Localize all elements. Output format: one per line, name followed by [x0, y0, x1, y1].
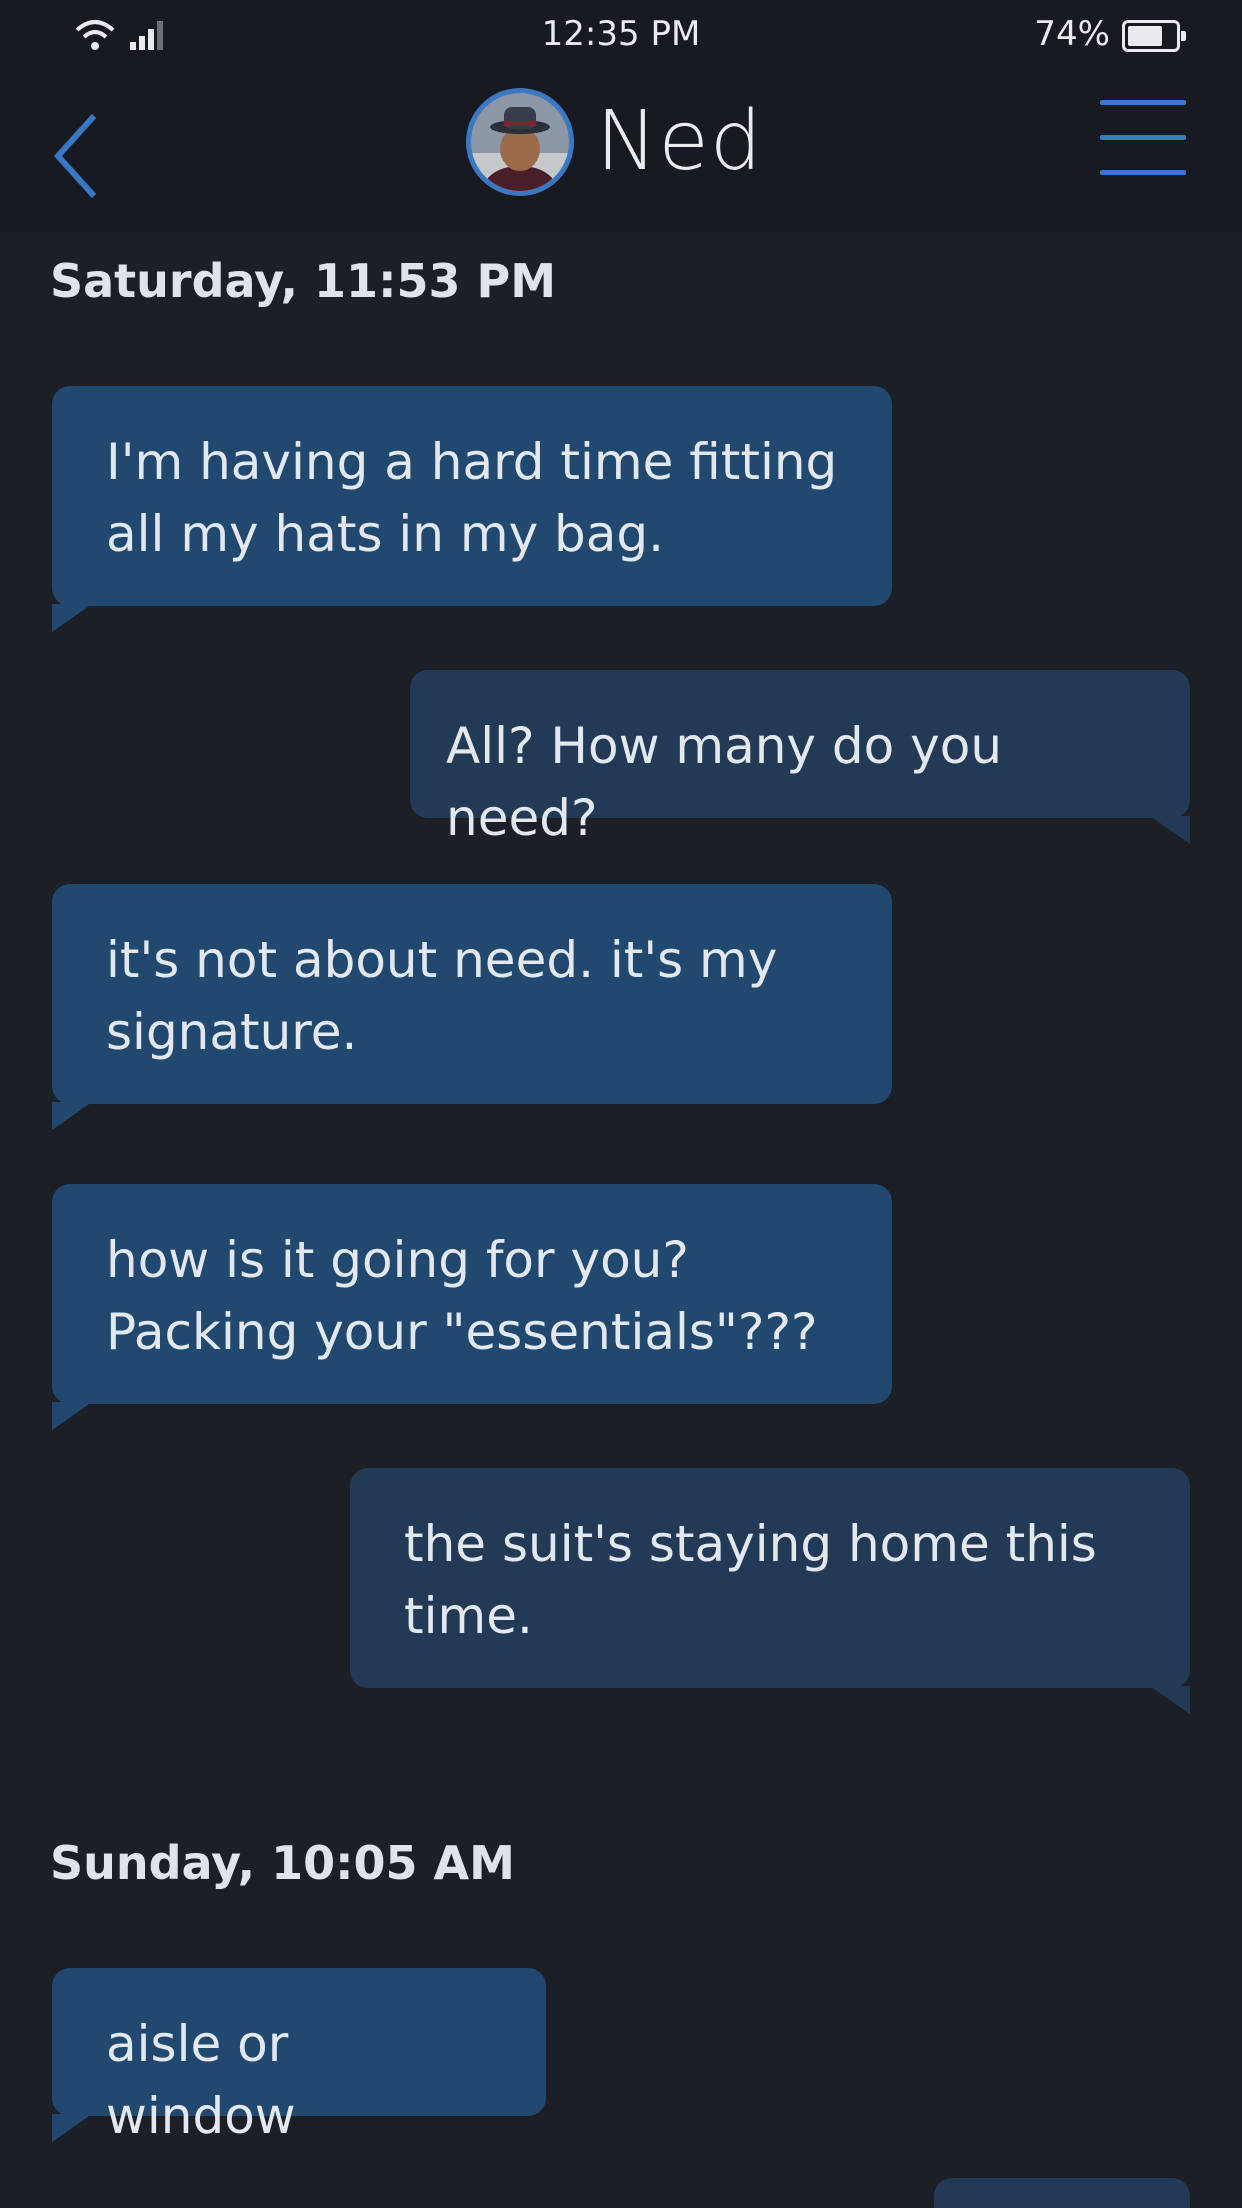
message-text-line: all my hats in my bag. [106, 505, 665, 563]
message-text-line: I'm having a hard time fitting [106, 433, 838, 491]
avatar-image [471, 93, 569, 191]
message-text-line: All? How many do you need? [446, 717, 1003, 847]
battery-level-fill [1128, 26, 1162, 46]
message-text-line: Packing your "essentials"??? [106, 1303, 818, 1361]
message-bubble-incoming[interactable]: I'm having a hard time fitting all my ha… [52, 386, 892, 632]
message-bubble-outgoing[interactable]: All? How many do you need? [410, 670, 1190, 847]
menu-button[interactable] [1100, 100, 1186, 186]
message-text-line: signature. [106, 1003, 358, 1061]
message-text-line: how is it going for you? [106, 1231, 689, 1289]
contact-avatar[interactable] [466, 88, 574, 196]
message-bubble-incoming[interactable]: how is it going for you? Packing your "e… [52, 1184, 892, 1430]
battery-percent: 74% [1034, 14, 1110, 54]
message-text-line: aisle or window [106, 2015, 296, 2145]
contact-name: Ned [596, 94, 763, 189]
bubble-tail [52, 1102, 92, 1130]
bubble-tail [1150, 816, 1190, 844]
back-button[interactable] [44, 98, 114, 208]
date-header: Saturday, 11:53 PM [50, 254, 556, 308]
date-header: Sunday, 10:05 AM [50, 1836, 515, 1890]
bubble-tail [52, 1402, 92, 1430]
conversation-header: Ned [0, 72, 1242, 232]
status-bar: 12:35 PM 74% [0, 0, 1242, 72]
message-text-line: time. [404, 1587, 533, 1645]
hamburger-menu-icon [1100, 100, 1186, 175]
chevron-left-icon [53, 113, 97, 199]
bubble-tail [52, 2114, 92, 2142]
message-bubble-outgoing-partial[interactable] [934, 2178, 1190, 2208]
battery-icon [1122, 20, 1186, 52]
message-text-line: the suit's staying home this [404, 1515, 1097, 1573]
message-bubble-incoming[interactable]: it's not about need. it's my signature. [52, 884, 892, 1130]
bubble-tail [52, 604, 92, 632]
message-thread[interactable]: Saturday, 11:53 PM I'm having a hard tim… [0, 232, 1242, 2208]
message-bubble-outgoing[interactable]: the suit's staying home this time. [350, 1468, 1190, 1714]
message-text-line: it's not about need. it's my [106, 931, 778, 989]
bubble-tail [1150, 1686, 1190, 1714]
message-bubble-incoming[interactable]: aisle or window [52, 1968, 546, 2145]
